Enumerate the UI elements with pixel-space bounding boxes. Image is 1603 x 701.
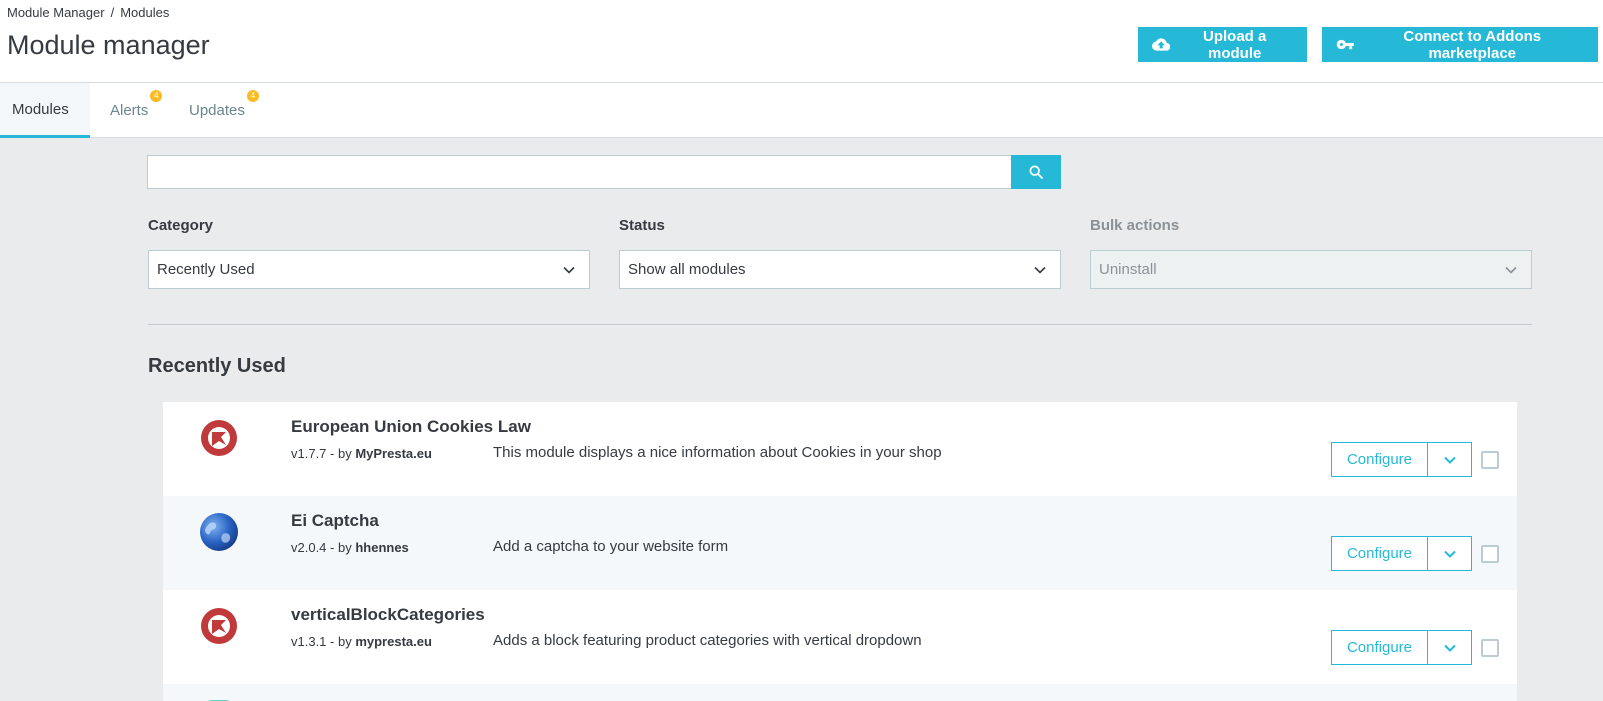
module-name: verticalBlockCategories [291,605,485,624]
category-select[interactable]: Recently Used [148,250,590,289]
cloud-upload-icon [1152,38,1171,51]
module-description: Adds a block featuring product categorie… [493,632,922,649]
bulk-actions-label: Bulk actions [1090,217,1180,234]
module-row: Ei Captcha v2.0.4 - by hhennes Add a cap… [163,496,1517,590]
connect-addons-button[interactable]: Connect to Addons marketplace [1322,27,1598,62]
connect-addons-label: Connect to Addons marketplace [1403,27,1542,62]
module-version: v2.0.4 - by hhennes [291,540,409,555]
globe-icon [200,513,238,551]
module-tabs: Modules Alerts 4 Updates 4 [0,83,1603,138]
upload-module-button[interactable]: Upload a module [1138,27,1307,62]
tab-modules-label: Modules [12,100,69,118]
chevron-down-icon [1034,266,1046,274]
bulk-actions-select[interactable]: Uninstall [1090,250,1532,289]
module-version-text: v1.3.1 - by [291,634,352,649]
breadcrumb-module-manager[interactable]: Module Manager [7,5,105,20]
configure-button[interactable]: Configure [1331,442,1428,477]
tab-alerts[interactable]: Alerts 4 [98,83,163,138]
module-description: Add a captcha to your website form [493,538,729,555]
module-version: v1.3.1 - by mypresta.eu [291,634,432,649]
bulk-actions-select-value: Uninstall [1099,261,1157,278]
status-label: Status [619,217,665,234]
chevron-down-icon [1443,550,1456,558]
status-select[interactable]: Show all modules [619,250,1061,289]
module-version-text: v2.0.4 - by [291,540,352,555]
configure-button[interactable]: Configure [1331,630,1428,665]
module-actions-dropdown[interactable] [1427,536,1472,571]
module-author: hhennes [355,540,409,555]
module-name: European Union Cookies Law [291,417,531,436]
tab-updates[interactable]: Updates 4 [177,83,259,138]
module-row [163,684,1517,701]
module-name: Ei Captcha [291,511,379,530]
module-author: mypresta.eu [355,634,432,649]
mypresta-logo-icon [201,608,237,644]
module-select-checkbox[interactable] [1481,639,1499,657]
module-row: verticalBlockCategories v1.3.1 - by mypr… [163,590,1517,684]
module-version: v1.7.7 - by MyPresta.eu [291,446,432,461]
configure-button[interactable]: Configure [1331,536,1428,571]
updates-count-badge: 4 [246,90,259,102]
page-title: Module manager [7,30,210,60]
module-row: European Union Cookies Law v1.7.7 - by M… [163,402,1517,496]
breadcrumb: Module Manager / Modules [7,5,169,20]
module-description: This module displays a nice information … [493,444,942,461]
search-icon [1029,165,1043,179]
chevron-down-icon [1505,266,1517,274]
breadcrumb-separator: / [110,5,115,20]
category-select-value: Recently Used [157,261,255,278]
page-header: Module Manager / Modules Module manager Up… [0,0,1603,83]
chevron-down-icon [1443,456,1456,464]
status-select-value: Show all modules [628,261,746,278]
tab-modules[interactable]: Modules [0,83,90,138]
module-list: European Union Cookies Law v1.7.7 - by M… [163,402,1517,701]
search-button[interactable] [1011,155,1061,189]
alerts-count-badge: 4 [150,90,163,102]
section-title: Recently Used [148,355,286,377]
module-actions-dropdown[interactable] [1427,630,1472,665]
module-author: MyPresta.eu [355,446,432,461]
upload-module-label: Upload a module [1203,27,1267,62]
category-label: Category [148,217,214,234]
chevron-down-icon [1443,644,1456,652]
tab-alerts-label: Alerts [110,102,149,119]
module-select-checkbox[interactable] [1481,545,1499,563]
filters-divider [148,324,1532,325]
breadcrumb-modules[interactable]: Modules [120,5,169,20]
module-actions-dropdown[interactable] [1427,442,1472,477]
module-select-checkbox[interactable] [1481,451,1499,469]
mypresta-logo-icon [201,420,237,456]
module-version-text: v1.7.7 - by [291,446,352,461]
tab-updates-label: Updates [189,102,245,119]
module-search-input[interactable] [147,155,1012,189]
key-icon [1336,39,1354,50]
chevron-down-icon [563,266,575,274]
